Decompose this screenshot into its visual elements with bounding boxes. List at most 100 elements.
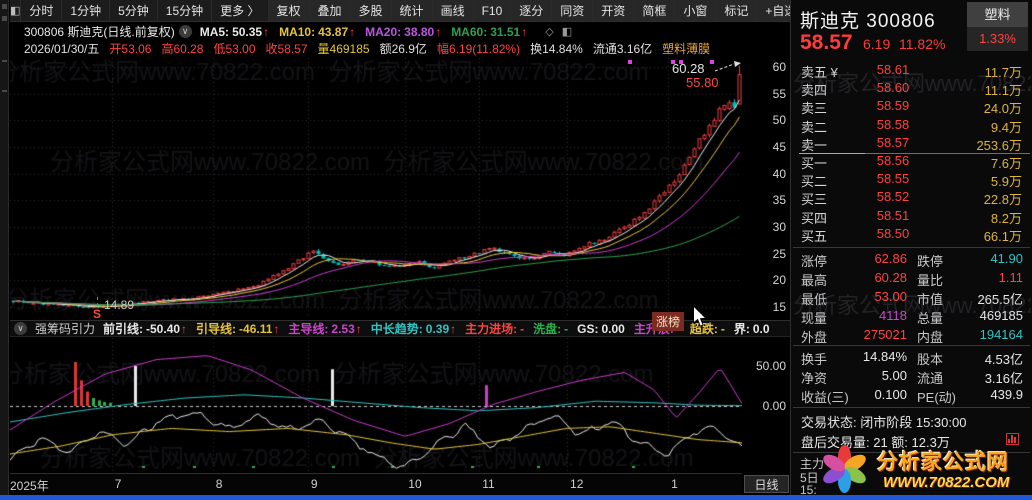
stat-value: 275021 bbox=[863, 327, 907, 342]
diamond-icon[interactable]: ◇ bbox=[545, 25, 553, 38]
stat-label: 市值 bbox=[917, 292, 944, 307]
menu-button-4[interactable]: 统计 bbox=[391, 0, 433, 21]
trading-status: 交易状态: 闭市阶段 15:30:00 bbox=[801, 415, 967, 430]
menu-tab-2[interactable]: 1分钟 bbox=[62, 0, 111, 21]
info-segment-4: 低53.00 bbox=[213, 42, 256, 56]
industry-badge[interactable]: 塑料 1.33% bbox=[967, 2, 1028, 52]
layout-icon[interactable]: ◧ bbox=[562, 25, 572, 38]
order-book-row-sell-3[interactable]: 卖三 58.59 24.0万 bbox=[791, 98, 1032, 116]
period-tab-daily[interactable]: 日线 bbox=[744, 475, 789, 493]
stat-row: 外盘 275021 内盘 194164 bbox=[791, 327, 1032, 346]
stat-value: 4.53亿 bbox=[984, 352, 1023, 367]
chevron-down-icon[interactable]: ∨ bbox=[14, 322, 27, 335]
stat-row: 净资 5.00 流通 3.16亿 bbox=[791, 368, 1032, 387]
stat-value: 0.100 bbox=[874, 387, 907, 402]
order-book-row-buy-1[interactable]: 买一 58.56 7.6万 bbox=[791, 153, 1032, 171]
chevron-down-icon[interactable]: ∨ bbox=[178, 25, 192, 38]
ma-value-4: MA60: 31.51↑ bbox=[451, 24, 528, 39]
menu-button-5[interactable]: 画线 bbox=[432, 0, 474, 21]
order-book-row-buy-3[interactable]: 买三 58.52 22.8万 bbox=[791, 189, 1032, 207]
menu-button-3[interactable]: 多股 bbox=[350, 0, 392, 21]
menu-button-1[interactable]: 复权 bbox=[268, 0, 310, 21]
main-candlestick-chart[interactable] bbox=[10, 58, 742, 318]
stat-label: 流通 bbox=[917, 371, 944, 386]
price-tick-55: 55 bbox=[772, 86, 786, 101]
second-price-annotation: 55.80 bbox=[686, 75, 719, 90]
menu-button-2[interactable]: 叠加 bbox=[309, 0, 351, 21]
mid-line-yellow bbox=[799, 153, 865, 154]
signal-dot bbox=[671, 60, 675, 64]
level-volume: 9.4万 bbox=[990, 119, 1022, 135]
menu-tab-5[interactable]: 更多 〉 bbox=[212, 0, 269, 21]
menu-button-10[interactable]: 简框 bbox=[634, 0, 676, 21]
order-book-row-sell-5[interactable]: 卖一 58.57 253.6万 bbox=[791, 135, 1032, 153]
order-book-row-buy-4[interactable]: 买四 58.51 8.2万 bbox=[791, 208, 1032, 226]
up-arrow-icon: ↑ bbox=[181, 322, 188, 336]
order-book-row-sell-1[interactable]: 卖五 ¥ 58.61 11.7万 bbox=[791, 62, 1032, 80]
level-volume: 11.7万 bbox=[984, 65, 1022, 80]
menu-button-9[interactable]: 开资 bbox=[593, 0, 635, 21]
info-segment-11[interactable]: 塑料薄膜 bbox=[662, 40, 710, 57]
menu-tab-1[interactable]: 分时 bbox=[21, 0, 63, 21]
separator bbox=[793, 407, 1030, 408]
price-tick-45: 45 bbox=[772, 139, 786, 154]
time-tick-7: 12 bbox=[570, 477, 584, 491]
up-arrow-icon: ↑ bbox=[263, 24, 270, 39]
stat-row: 现量 4118 总量 469185 bbox=[791, 308, 1032, 327]
stat-row: 最高 60.28 量比 1.11 bbox=[791, 270, 1032, 289]
price-change: 6.19 bbox=[863, 36, 891, 52]
menu-tab-4[interactable]: 15分钟 bbox=[158, 0, 213, 21]
ma-value-1: MA5: 50.35↑ bbox=[199, 24, 270, 39]
menu-button-11[interactable]: 小窗 bbox=[675, 0, 717, 21]
order-book-row-sell-4[interactable]: 卖二 58.58 9.4万 bbox=[791, 117, 1032, 135]
indicator-sub-chart[interactable] bbox=[10, 338, 742, 472]
left-strip-tick bbox=[2, 60, 7, 62]
mid-line-blue bbox=[865, 153, 1030, 154]
info-segment-2: 开53.06 bbox=[109, 42, 152, 56]
level-price: 58.51 bbox=[876, 207, 910, 223]
up-arrow-icon: ↑ bbox=[349, 24, 356, 39]
order-book-row-buy-5[interactable]: 买五 58.50 66.1万 bbox=[791, 226, 1032, 244]
volume-chart-icon[interactable] bbox=[1006, 433, 1019, 445]
stat-label: 涨停 bbox=[801, 254, 828, 269]
trading-app-window: ◧ 分时 1分钟 5分钟 15分钟 更多 〉复权 叠加 多股 统计 画线 F10 逐分 同资 开资 简框 小窗… bbox=[0, 0, 1032, 500]
separator bbox=[793, 247, 1030, 248]
ma-value-2: MA10: 43.87↑ bbox=[279, 24, 356, 39]
level-volume: 8.2万 bbox=[990, 210, 1022, 226]
indicator-item-4: 中长趋势: 0.39↑ bbox=[370, 322, 457, 336]
menu-button-6[interactable]: F10 bbox=[473, 0, 512, 21]
rank-badge[interactable]: 涨榜 bbox=[652, 312, 685, 331]
stat-label: 内盘 bbox=[917, 330, 944, 345]
indicator-item-2: 引导线: -46.11↑ bbox=[196, 322, 280, 336]
window-layout-icon[interactable]: ◧ bbox=[10, 0, 22, 21]
menu-button-8[interactable]: 同资 bbox=[552, 0, 594, 21]
left-strip-tick bbox=[2, 90, 7, 92]
left-toolbar-strip[interactable] bbox=[0, 0, 9, 495]
price-tick-35: 35 bbox=[772, 193, 786, 208]
level-volume: 24.0万 bbox=[983, 101, 1022, 117]
menu-button-12[interactable]: 标记 bbox=[716, 0, 758, 21]
stat-row: 换手 14.84% 股本 4.53亿 bbox=[791, 349, 1032, 368]
indicator-item-6: 洗盘: - bbox=[533, 322, 569, 336]
stat-label: 现量 bbox=[801, 311, 828, 326]
stat-value: 265.5亿 bbox=[977, 292, 1023, 307]
order-book-row-buy-2[interactable]: 买二 58.55 5.9万 bbox=[791, 171, 1032, 189]
menu-button-7[interactable]: 逐分 bbox=[511, 0, 553, 21]
up-arrow-icon: ↑ bbox=[273, 322, 280, 336]
site-logo-url: WWW.70822.COM bbox=[883, 474, 1010, 491]
price-tick-15: 15 bbox=[772, 299, 786, 314]
stat-row: 最低 53.00 市值 265.5亿 bbox=[791, 289, 1032, 308]
info-segment-7: 额26.9亿 bbox=[379, 42, 427, 56]
level-label: 买二 bbox=[801, 174, 828, 190]
level-price: 58.61 bbox=[876, 62, 910, 77]
left-strip-icon bbox=[2, 16, 7, 21]
order-book-row-sell-2[interactable]: 卖四 58.60 11.1万 bbox=[791, 80, 1032, 98]
site-logo-flower bbox=[817, 443, 871, 495]
stat-row: 涨停 62.86 跌停 41.90 bbox=[791, 251, 1032, 270]
signal-dot bbox=[628, 60, 632, 64]
indicator-tick-50: 50.00 bbox=[755, 359, 786, 373]
level-label: 卖五 ¥ bbox=[801, 65, 838, 80]
level-label: 买一 bbox=[801, 156, 828, 171]
price-tick-25: 25 bbox=[772, 246, 786, 261]
menu-tab-3[interactable]: 5分钟 bbox=[110, 0, 158, 21]
